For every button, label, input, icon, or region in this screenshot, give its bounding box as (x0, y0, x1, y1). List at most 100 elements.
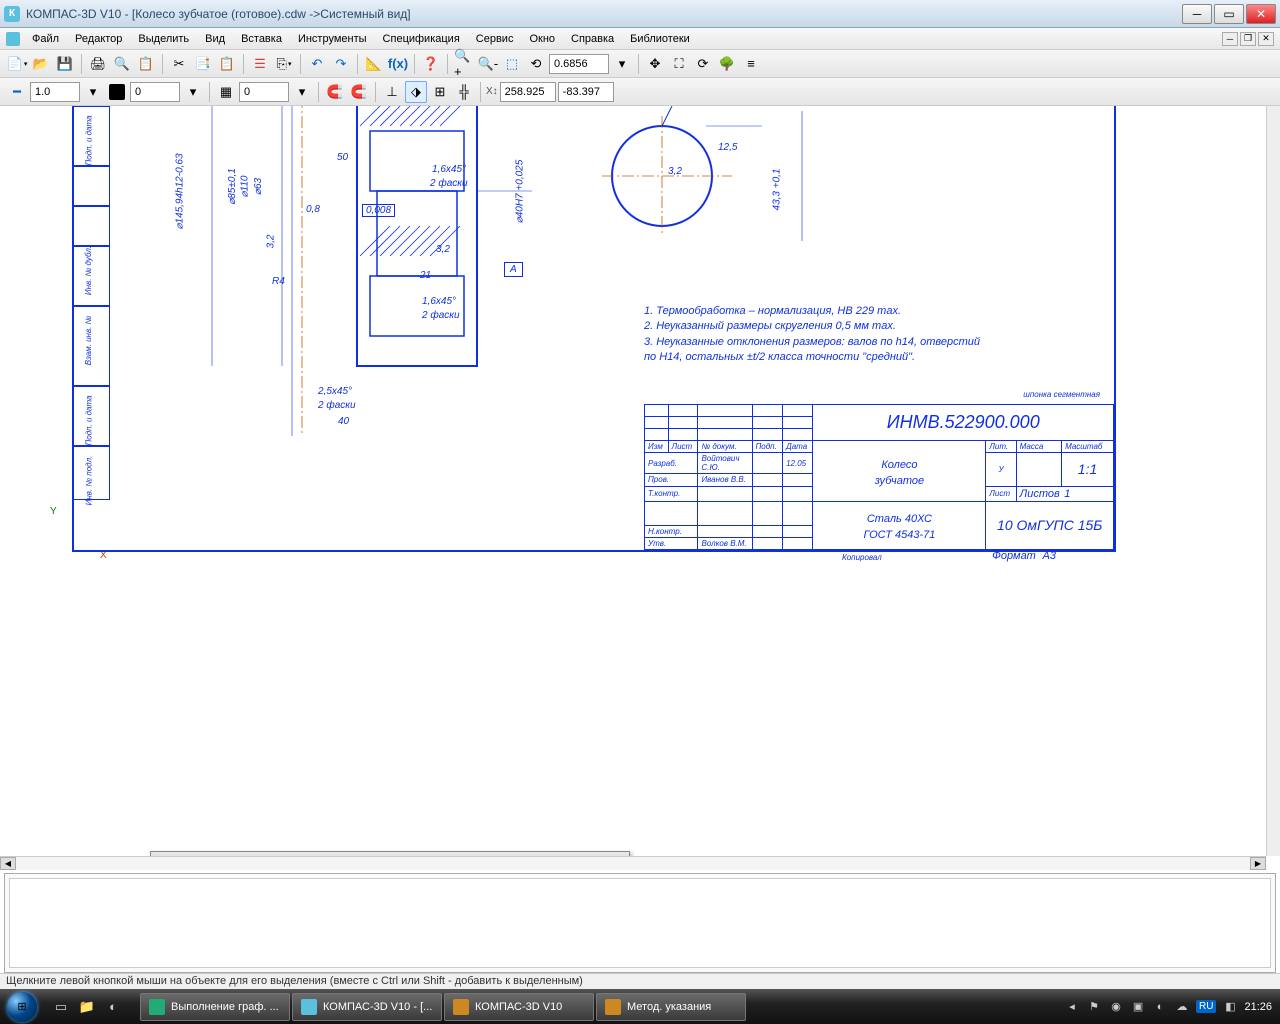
coord-y-input[interactable] (558, 82, 614, 102)
dim-phi145: ⌀145,94h12-0,63 (175, 153, 186, 229)
windows-taskbar: ⊞ ▭ 📁 ◐ Выполнение граф. ... КОМПАС-3D V… (0, 989, 1280, 1024)
tray-icon-4[interactable]: ◐ (1152, 999, 1168, 1015)
tray-icon-3[interactable]: ▣ (1130, 999, 1146, 1015)
scroll-right[interactable]: ▶ (1250, 857, 1266, 870)
local-cs-button[interactable]: ⊞ (429, 81, 451, 103)
dim-tol2: 0,008 (362, 204, 395, 217)
zoom-input[interactable] (549, 54, 609, 74)
drawing-canvas[interactable]: Y X Подп. и дата Инв. № дубл. Взам. инв.… (0, 106, 1266, 856)
menu-select[interactable]: Выделить (130, 31, 197, 47)
help-pointer-button[interactable]: ❓ (420, 53, 442, 75)
snap-button[interactable]: ╬ (453, 81, 475, 103)
quick-icon[interactable]: ◐ (102, 996, 124, 1018)
paste-button[interactable]: 📋 (216, 53, 238, 75)
dim-21: 21 (420, 270, 431, 281)
mdi-minimize[interactable]: ─ (1222, 32, 1238, 46)
props-button[interactable]: ☰ (249, 53, 271, 75)
scroll-left[interactable]: ◀ (0, 857, 16, 870)
refresh-button[interactable]: ⟳ (692, 53, 714, 75)
zoom-in-button[interactable]: 🔍+ (453, 53, 475, 75)
cut-button[interactable]: ✂ (168, 53, 190, 75)
maximize-button[interactable]: ▭ (1214, 4, 1244, 24)
clock[interactable]: 21:26 (1244, 1001, 1272, 1013)
zoom-drop-button[interactable]: ▾ (611, 53, 633, 75)
menu-libraries[interactable]: Библиотеки (622, 31, 698, 47)
ruler-button[interactable]: 📐 (363, 53, 385, 75)
fit-button[interactable]: ⛶ (668, 53, 690, 75)
round-button[interactable]: ⬗ (405, 81, 427, 103)
menu-tools[interactable]: Инструменты (290, 31, 375, 47)
menu-help[interactable]: Справка (563, 31, 622, 47)
dim-ra3: 3,2 (668, 166, 682, 177)
menu-spec[interactable]: Спецификация (375, 31, 468, 47)
horizontal-scrollbar[interactable]: ◀ ▶ (0, 856, 1266, 870)
vars-icon[interactable]: f(x) (387, 53, 409, 75)
ortho-button[interactable]: ⊥ (381, 81, 403, 103)
tray-icon-6[interactable]: ◧ (1222, 999, 1238, 1015)
print-button[interactable]: 🖨 (87, 53, 109, 75)
paste-spec-button[interactable]: 📋 (135, 53, 157, 75)
pan-button[interactable]: ✥ (644, 53, 666, 75)
language-indicator[interactable]: RU (1196, 1000, 1216, 1013)
snap-grid-button[interactable]: ▦ (215, 81, 237, 103)
dim-40: 40 (338, 416, 349, 427)
window-title: КОМПАС-3D V10 - [Колесо зубчатое (готово… (26, 7, 1182, 21)
close-button[interactable]: ✕ (1246, 4, 1276, 24)
copy-props-button[interactable]: ⎘ (273, 53, 295, 75)
tree-button[interactable]: 🌳 (716, 53, 738, 75)
coord-x-input[interactable] (500, 82, 556, 102)
status-hint: Щелкните левой кнопкой мыши на объекте д… (6, 975, 583, 987)
dim-chamfer2: 1,6x45° (422, 296, 456, 307)
dim-r4: R4 (272, 276, 285, 287)
tray-icon-5[interactable]: ☁ (1174, 999, 1190, 1015)
menu-file[interactable]: Файл (24, 31, 67, 47)
zoom-window-button[interactable]: ⬚ (501, 53, 523, 75)
minimize-button[interactable]: ─ (1182, 4, 1212, 24)
copy-button[interactable]: 📑 (192, 53, 214, 75)
open-button[interactable]: 📂 (30, 53, 52, 75)
taskbar-item-1[interactable]: Выполнение граф. ... (140, 993, 290, 1021)
magnet-button[interactable]: 🧲 (324, 81, 346, 103)
menu-service[interactable]: Сервис (468, 31, 522, 47)
explorer-icon[interactable]: 📁 (76, 996, 98, 1018)
layer-drop[interactable]: ▾ (182, 81, 204, 103)
zoom-prev-button[interactable]: ⟲ (525, 53, 547, 75)
new-button[interactable]: 📄 (6, 53, 28, 75)
magnet2-button[interactable]: 🧲 (348, 81, 370, 103)
taskbar-item-3[interactable]: КОМПАС-3D V10 (444, 993, 594, 1021)
standard-toolbar: 📄 📂 💾 🖨 🔍 📋 ✂ 📑 📋 ☰ ⎘ ↶ ↷ 📐 f(x) ❓ 🔍+ 🔍-… (0, 50, 1280, 78)
start-button[interactable]: ⊞ (0, 989, 44, 1024)
tray-icon-1[interactable]: ⚑ (1086, 999, 1102, 1015)
zoom-out-button[interactable]: 🔍- (477, 53, 499, 75)
layer-input[interactable] (130, 82, 180, 102)
grid-input[interactable] (239, 82, 289, 102)
menu-window[interactable]: Окно (521, 31, 563, 47)
mdi-restore[interactable]: ❐ (1240, 32, 1256, 46)
mdi-close[interactable]: ✕ (1258, 32, 1274, 46)
menu-insert[interactable]: Вставка (233, 31, 290, 47)
tray-icon-2[interactable]: ◉ (1108, 999, 1124, 1015)
menu-edit[interactable]: Редактор (67, 31, 130, 47)
dim-phi110: ⌀110 (239, 176, 250, 198)
preview-button[interactable]: 🔍 (111, 53, 133, 75)
undo-button[interactable]: ↶ (306, 53, 328, 75)
layer-color[interactable] (109, 84, 125, 100)
dim-phi40h7: ⌀40Н7 +0,025 (514, 160, 525, 224)
line-width-drop[interactable]: ▾ (82, 81, 104, 103)
taskbar-item-2[interactable]: КОМПАС-3D V10 - [... (292, 993, 442, 1021)
dim-chamfer3-note: 2 фаски (318, 400, 356, 411)
vertical-scrollbar[interactable] (1266, 106, 1280, 856)
layers-button[interactable]: ≡ (740, 53, 762, 75)
redo-button[interactable]: ↷ (330, 53, 352, 75)
taskbar-item-4[interactable]: Метод. указания (596, 993, 746, 1021)
show-desktop-icon[interactable]: ▭ (50, 996, 72, 1018)
menu-view[interactable]: Вид (197, 31, 233, 47)
menu-bar: Файл Редактор Выделить Вид Вставка Инстр… (0, 28, 1280, 50)
dim-chamfer1: 1,6x45° (432, 164, 466, 175)
current-state-toolbar: ━ ▾ ▾ ▦ ▾ 🧲 🧲 ⊥ ⬗ ⊞ ╬ X↕ (0, 78, 1280, 106)
tray-arrow-icon[interactable]: ◂ (1064, 999, 1080, 1015)
line-width-input[interactable] (30, 82, 80, 102)
grid-drop[interactable]: ▾ (291, 81, 313, 103)
line-style-button[interactable]: ━ (6, 81, 28, 103)
save-button[interactable]: 💾 (54, 53, 76, 75)
